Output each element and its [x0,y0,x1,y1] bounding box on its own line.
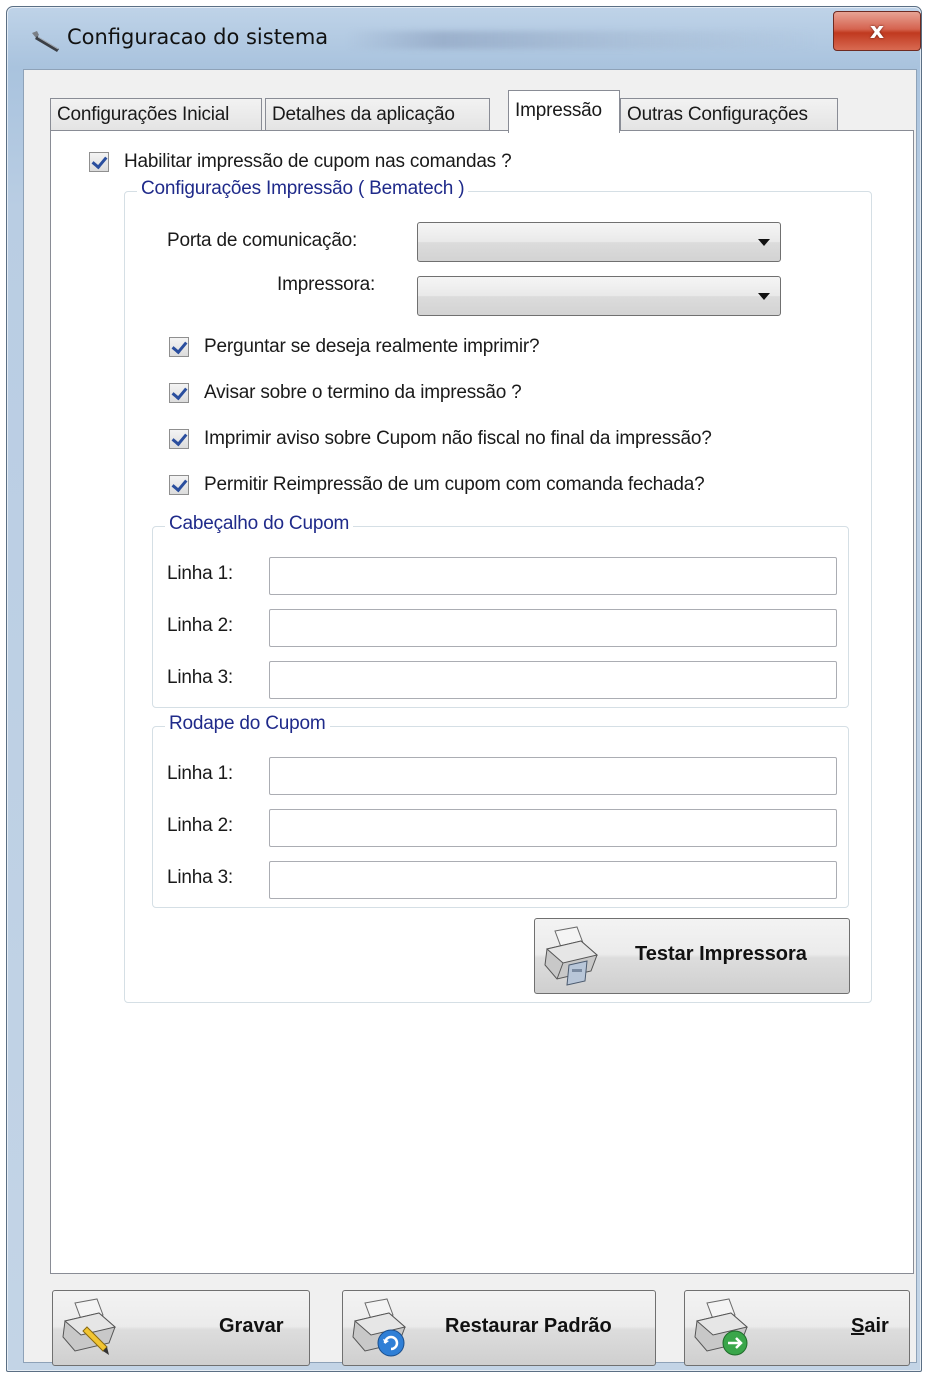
footer-line-2-label: Linha 2: [167,815,234,836]
blurred-title-region [347,31,817,49]
close-icon: x [869,18,885,44]
checkbox-label: Avisar sobre o termino da impressão ? [204,382,522,403]
exit-label-rest: air [864,1315,889,1337]
tab-outras-configuracoes[interactable]: Outras Configurações [620,98,838,132]
button-label: Restaurar Padrão [445,1315,612,1337]
client-area: Configurações Inicial Detalhes da aplica… [23,69,917,1366]
footer-line-2-input[interactable] [269,809,837,847]
printer-pencil-icon [62,1298,117,1355]
checkbox-checked-icon [169,383,189,403]
button-label: Sair [851,1315,889,1338]
option-nonfiscal-notice[interactable]: Imprimir aviso sobre Cupom não fiscal no… [169,428,712,450]
tab-label: Configurações Inicial [57,104,230,125]
tab-label: Impressão [515,100,602,121]
checkbox-label: Imprimir aviso sobre Cupom não fiscal no… [204,428,712,449]
checkbox-checked-icon [89,152,109,172]
group-title: Configurações Impressão ( Bematech ) [137,178,469,200]
printer-refresh-icon [352,1298,407,1357]
checkbox-label: Habilitar impressão de cupom nas comanda… [124,151,512,172]
footer-line-1-input[interactable] [269,757,837,795]
wrench-icon [32,31,59,52]
title-bar[interactable]: Configuracao do sistema x [7,7,921,69]
tab-label: Outras Configurações [627,104,808,125]
option-ask-confirm[interactable]: Perguntar se deseja realmente imprimir? [169,336,540,358]
coupon-footer-group: Rodape do Cupom Linha 1: Linha 2: Linha … [152,713,849,908]
save-button[interactable]: Gravar [52,1290,310,1366]
button-label: Testar Impressora [635,943,807,965]
header-line-3-input[interactable] [269,661,837,699]
bematech-print-group: Configurações Impressão ( Bematech ) Por… [124,178,872,1003]
exit-button[interactable]: Sair [684,1290,910,1366]
footer-line-1-label: Linha 1: [167,763,234,784]
button-label: Gravar [219,1315,284,1337]
port-label: Porta de comunicação: [167,230,358,251]
option-allow-reprint[interactable]: Permitir Reimpressão de um cupom com com… [169,474,705,496]
tab-impressao[interactable]: Impressão [508,90,620,133]
header-line-2-label: Linha 2: [167,615,234,636]
footer-line-3-input[interactable] [269,861,837,899]
checkbox-checked-icon [169,475,189,495]
window-title: Configuracao do sistema [67,25,329,49]
chevron-down-icon [758,239,770,246]
footer-line-3-label: Linha 3: [167,867,234,888]
checkbox-label: Perguntar se deseja realmente imprimir? [204,336,540,357]
header-line-3-label: Linha 3: [167,667,234,688]
restore-defaults-button[interactable]: Restaurar Padrão [342,1290,656,1366]
printer-exit-icon [694,1298,749,1356]
printer-select[interactable] [417,276,781,316]
tab-detalhes-aplicacao[interactable]: Detalhes da aplicação [265,98,490,132]
printer-label: Impressora: [277,274,376,295]
close-button[interactable]: x [833,11,921,51]
enable-print-checkbox[interactable]: Habilitar impressão de cupom nas comanda… [89,151,512,173]
checkbox-label: Permitir Reimpressão de um cupom com com… [204,474,705,495]
header-line-1-input[interactable] [269,557,837,595]
checkbox-checked-icon [169,337,189,357]
checkbox-checked-icon [169,429,189,449]
settings-window: Configuracao do sistema x Configurações … [6,6,922,1372]
test-printer-button[interactable]: Testar Impressora [534,918,850,994]
chevron-down-icon [758,293,770,300]
tab-panel-impressao: Habilitar impressão de cupom nas comanda… [50,130,914,1274]
printer-icon [544,926,599,986]
exit-mnemonic: S [851,1315,865,1337]
tab-label: Detalhes da aplicação [272,104,455,125]
group-title: Rodape do Cupom [165,713,330,735]
tab-configuracoes-inicial[interactable]: Configurações Inicial [50,98,262,132]
option-notify-end[interactable]: Avisar sobre o termino da impressão ? [169,382,522,404]
header-line-2-input[interactable] [269,609,837,647]
port-select[interactable] [417,222,781,262]
header-line-1-label: Linha 1: [167,563,234,584]
coupon-header-group: Cabeçalho do Cupom Linha 1: Linha 2: Lin… [152,513,849,708]
group-title: Cabeçalho do Cupom [165,513,354,535]
